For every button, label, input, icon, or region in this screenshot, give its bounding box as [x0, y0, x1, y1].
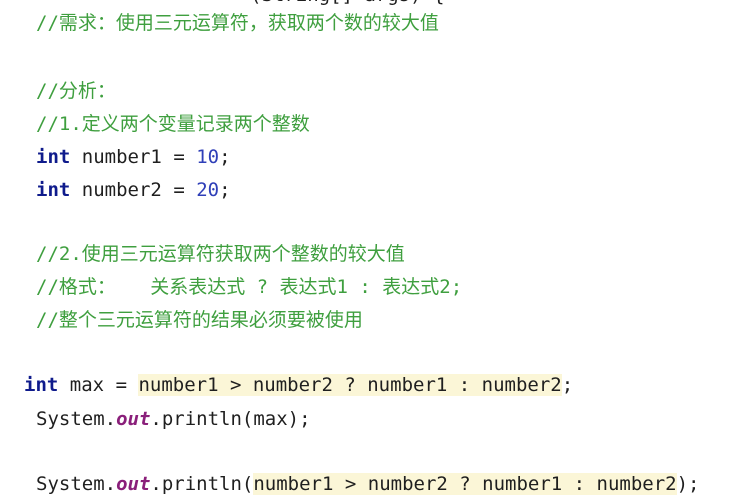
static-field-out: out [116, 408, 151, 430]
highlighted-ternary-expression: number1 > number2 ? number1 : number2 [138, 374, 562, 396]
operator: = [115, 374, 128, 396]
semicolon: ; [561, 374, 574, 396]
keyword-int: int [24, 374, 59, 396]
operator: = [173, 179, 185, 201]
semicolon: ; [219, 179, 231, 201]
variable-name: number1 [81, 146, 162, 168]
variable-name: number2 [81, 179, 162, 201]
partial-code-line: (String[] args) { [250, 0, 444, 9]
comment-step-2: //2.使用三元运算符获取两个整数的较大值 [36, 243, 405, 265]
comment-format: //格式： 关系表达式 ? 表达式1 : 表达式2; [36, 276, 463, 298]
code-line-max: int max = number1 > number2 ? number1 : … [24, 371, 573, 399]
number-literal: 20 [196, 179, 220, 201]
comment-step-1: //1.定义两个变量记录两个整数 [36, 113, 310, 135]
comment-usage: //整个三元运算符的结果必须要被使用 [36, 309, 363, 331]
method-call: .println(max); [150, 408, 311, 430]
code-line-println-ternary: System.out.println(number1 > number2 ? n… [36, 470, 700, 498]
code-line-number1: int number1 = 10; [36, 143, 231, 171]
comment-analysis: //分析： [36, 80, 116, 102]
static-field-out: out [116, 473, 151, 495]
code-editor[interactable]: (String[] args) { //需求：使用三元运算符，获取两个数的较大值… [0, 0, 748, 501]
keyword-int: int [36, 179, 71, 201]
operator: = [173, 146, 185, 168]
highlighted-ternary-expression: number1 > number2 ? number1 : number2 [253, 473, 677, 495]
code-line-number2: int number2 = 20; [36, 176, 231, 204]
system-class: System. [36, 408, 117, 430]
code-line-println-max: System.out.println(max); [36, 405, 311, 433]
system-class: System. [36, 473, 117, 495]
method-call-open: .println( [150, 473, 254, 495]
number-literal: 10 [196, 146, 220, 168]
semicolon: ; [219, 146, 231, 168]
variable-name: max [69, 374, 105, 396]
keyword-int: int [36, 146, 71, 168]
method-call-close: ); [676, 473, 700, 495]
comment-requirement: //需求：使用三元运算符，获取两个数的较大值 [36, 12, 439, 34]
